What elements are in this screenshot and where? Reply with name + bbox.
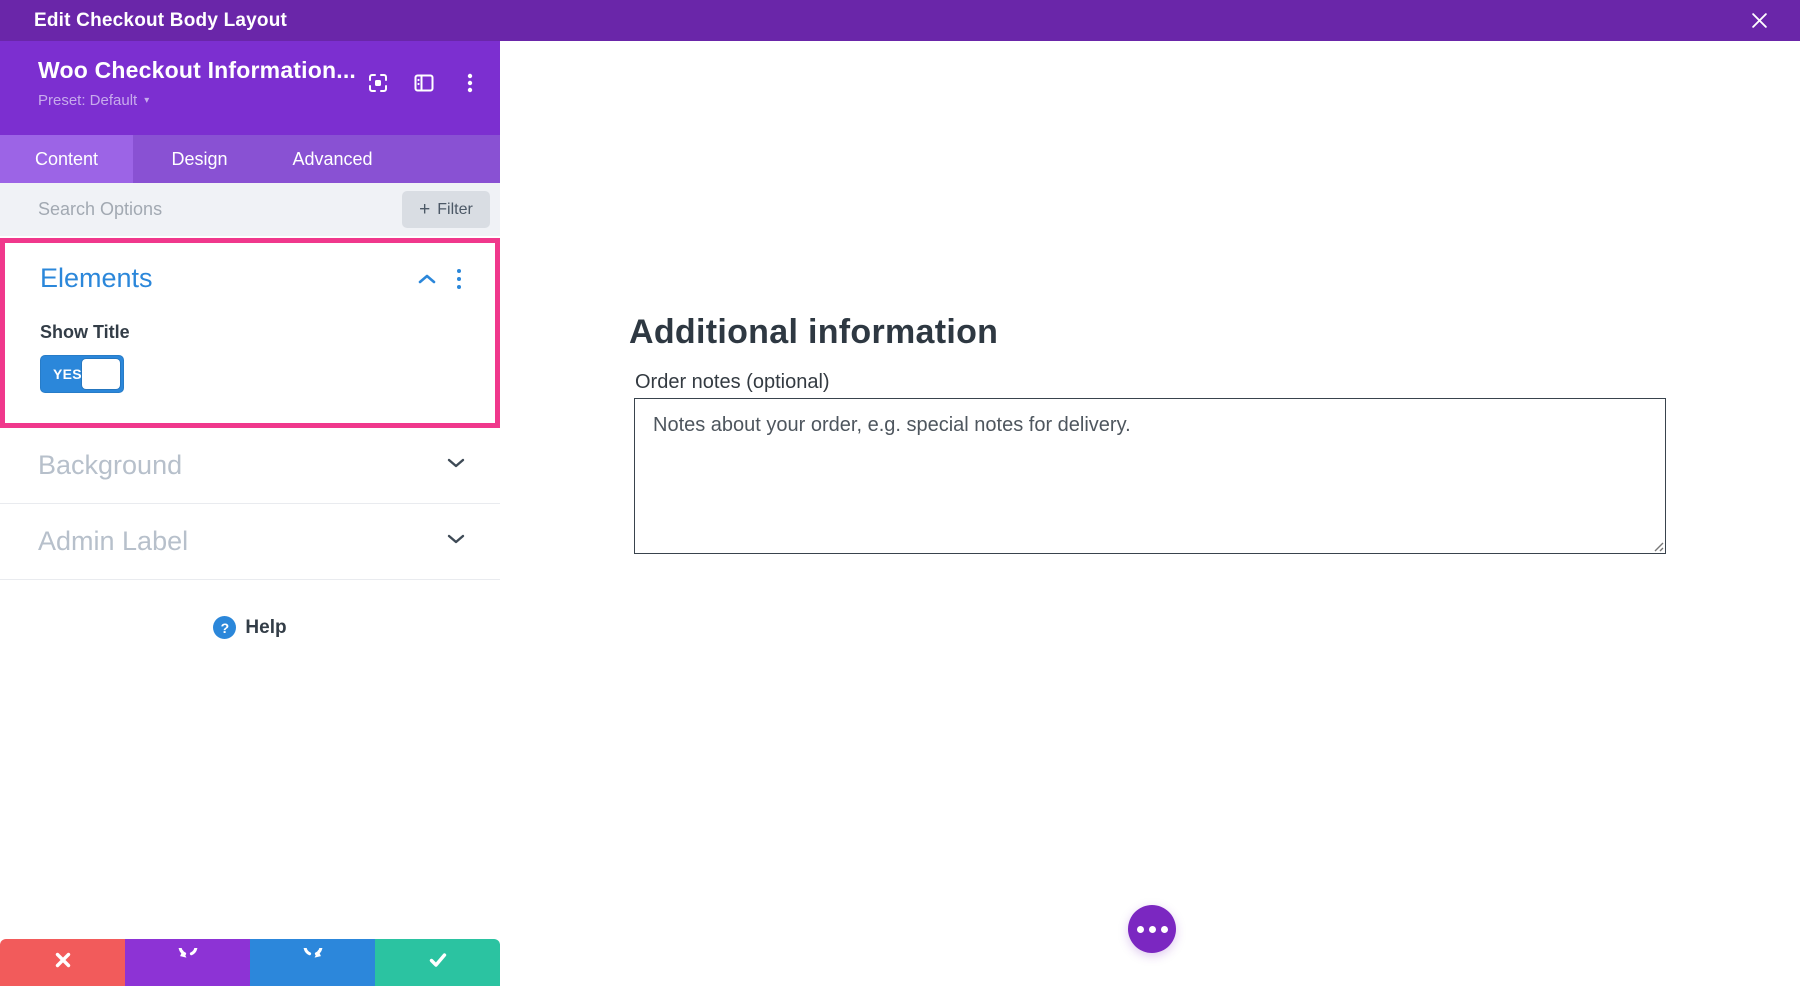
panel-footer-actions [0,937,500,986]
toggle-knob [82,359,120,389]
plus-icon: + [419,199,431,220]
section-kebab-menu-icon[interactable] [456,268,462,290]
check-mark-icon [428,950,448,975]
filter-button[interactable]: + Filter [402,191,490,228]
chevron-up-icon[interactable] [416,271,438,287]
discard-button[interactable] [0,939,125,986]
chevron-down-icon [445,531,467,552]
preset-label: Preset: Default [38,92,138,109]
module-header: Woo Checkout Information... Preset: Defa… [0,41,500,135]
modal-title: Edit Checkout Body Layout [34,9,288,31]
settings-panel: Woo Checkout Information... Preset: Defa… [0,41,500,986]
show-title-label: Show Title [40,322,130,342]
settings-tabbar: Content Design Advanced [0,135,500,183]
kebab-menu-icon[interactable] [458,71,482,95]
background-section-title: Background [38,450,183,480]
toggle-yes-label: YES [53,366,82,382]
redo-arrow-icon [301,937,325,977]
divi-builder-modal: Edit Checkout Body Layout Woo Checkout I… [0,0,1800,986]
modal-titlebar: Edit Checkout Body Layout [0,0,1800,41]
elements-section-header[interactable]: Elements [40,263,470,294]
elements-section-highlight: Elements Show Title YES [0,238,500,428]
redo-button[interactable] [250,937,375,986]
tab-design[interactable]: Design [133,135,266,183]
save-button[interactable] [375,939,500,986]
admin-label-section-row[interactable]: Admin Label [0,504,500,580]
split-view-icon[interactable] [412,71,436,95]
help-link[interactable]: ? Help [0,616,500,639]
help-label: Help [245,616,287,638]
filter-button-label: Filter [437,200,473,218]
background-section-row[interactable]: Background [0,428,500,504]
x-mark-icon [53,950,73,975]
additional-information-heading: Additional information [629,313,999,351]
search-options-row: + Filter [0,183,500,236]
admin-label-section-title: Admin Label [38,526,189,556]
order-notes-label: Order notes (optional) [635,371,830,393]
elements-section-title: Elements [40,263,153,293]
preset-selector[interactable]: Preset: Default ▾ [38,92,149,109]
close-icon[interactable] [1748,10,1770,32]
show-title-toggle[interactable]: YES [40,355,124,393]
ellipsis-dot [1136,925,1144,933]
ellipsis-dot [1160,925,1168,933]
order-notes-field-wrap [634,398,1666,554]
tab-advanced[interactable]: Advanced [266,135,399,183]
help-icon: ? [213,616,237,639]
ellipsis-dot [1148,925,1156,933]
module-header-icons [366,71,482,95]
caret-down-icon: ▾ [144,95,150,106]
order-notes-textarea[interactable] [634,398,1666,554]
chevron-down-icon [445,455,467,476]
preview-canvas: Additional information Order notes (opti… [500,41,1800,986]
search-input[interactable] [38,199,392,220]
undo-arrow-icon [176,937,200,977]
module-more-options-button[interactable] [1128,905,1176,953]
undo-button[interactable] [125,937,250,986]
tab-content[interactable]: Content [0,135,133,183]
elements-header-icons [416,268,470,290]
scan-frame-icon[interactable] [366,71,390,95]
